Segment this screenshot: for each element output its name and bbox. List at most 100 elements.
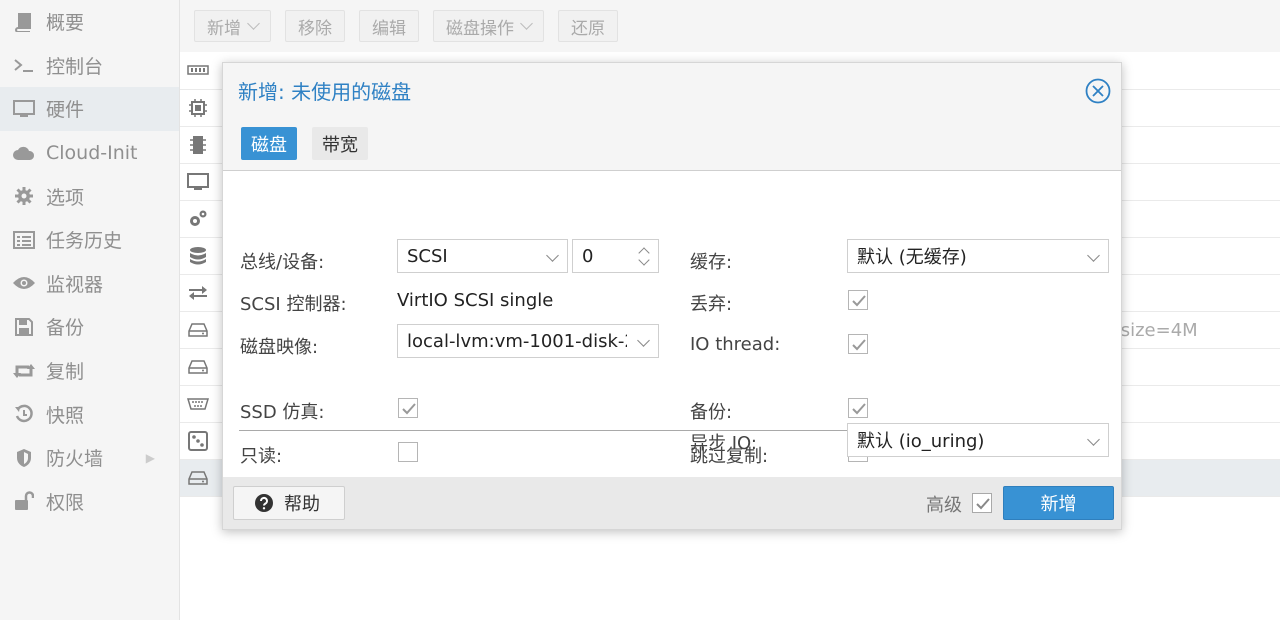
gears-icon: [186, 208, 210, 230]
sidebar-item-label: 备份: [46, 317, 85, 340]
backup-label: 备份:: [690, 402, 733, 423]
dice-icon: [186, 430, 210, 452]
edit-label: 编辑: [372, 18, 406, 39]
async-io-label: 异步 IO:: [690, 433, 757, 454]
sidebar-item-label: 监视器: [46, 273, 104, 296]
sidebar-item-label: 概要: [46, 12, 85, 35]
dialog-header: 新增: 未使用的磁盘: [223, 63, 1121, 117]
disk-image-label: 磁盘映像:: [240, 337, 319, 358]
monitor-icon: [12, 97, 36, 121]
readonly-checkbox[interactable]: [398, 442, 418, 462]
checkmark-icon: [852, 295, 866, 307]
checkmark-icon: [976, 498, 990, 510]
device-index-value: 0: [582, 245, 594, 267]
add-disk-dialog: 新增: 未使用的磁盘 磁盘 带宽 总线/设备: SCSI 0 SCSI 控制器:…: [222, 62, 1122, 530]
history-icon: [12, 402, 36, 426]
disk-image-select[interactable]: local-lvm:vm-1001-disk-2: [397, 324, 659, 358]
sidebar-item-label: 控制台: [46, 55, 104, 78]
hdd-icon: [186, 319, 210, 341]
async-io-select[interactable]: 默认 (io_uring): [847, 423, 1109, 457]
cache-label: 缓存:: [690, 252, 733, 273]
chevron-down-icon: [520, 17, 533, 30]
help-button[interactable]: 帮助: [233, 486, 345, 520]
remove-label: 移除: [298, 18, 332, 39]
remove-button[interactable]: 移除: [285, 10, 345, 42]
list-icon: [12, 228, 36, 252]
cloud-icon: [12, 141, 36, 165]
edit-button[interactable]: 编辑: [359, 10, 419, 42]
network-exchange-icon: [186, 282, 210, 304]
ssd-emulation-label: SSD 仿真:: [240, 402, 325, 423]
checkmark-icon: [402, 403, 416, 415]
sidebar-item-task-history[interactable]: 任务历史: [0, 218, 179, 262]
tab-disk[interactable]: 磁盘: [241, 127, 297, 160]
sidebar-item-replication[interactable]: 复制: [0, 349, 179, 393]
chevron-down-icon: [637, 334, 650, 347]
hdd-icon: [186, 356, 210, 378]
sidebar-item-firewall[interactable]: 防火墙 ▶: [0, 436, 179, 480]
chevron-down-icon: [1087, 433, 1100, 446]
book-icon: [12, 10, 36, 34]
dialog-title: 新增: 未使用的磁盘: [238, 79, 412, 104]
iothread-checkbox[interactable]: [848, 334, 868, 354]
bios-chip-icon: [186, 134, 210, 156]
sidebar-item-label: 防火墙: [46, 448, 104, 471]
gear-icon: [12, 184, 36, 208]
revert-button[interactable]: 还原: [558, 10, 618, 42]
chevron-down-icon: [1087, 249, 1100, 262]
discard-checkbox[interactable]: [848, 290, 868, 310]
advanced-checkbox[interactable]: [972, 493, 992, 513]
cpu-icon: [186, 97, 210, 119]
bus-select-value: SCSI: [407, 245, 448, 267]
unlock-icon: [12, 489, 36, 513]
sidebar-item-label: 任务历史: [46, 230, 123, 253]
checkmark-icon: [852, 339, 866, 351]
async-io-value: 默认 (io_uring): [857, 431, 985, 452]
disk-action-button[interactable]: 磁盘操作: [433, 10, 544, 42]
sidebar-item-console[interactable]: 控制台: [0, 44, 179, 88]
sidebar-item-label: 复制: [46, 361, 85, 384]
shield-icon: [12, 446, 36, 470]
device-index-spinner[interactable]: 0: [572, 239, 659, 273]
sidebar-item-options[interactable]: 选项: [0, 174, 179, 218]
discard-label: 丢弃:: [690, 294, 733, 315]
help-label: 帮助: [284, 494, 320, 515]
sidebar-item-label: Cloud-Init: [46, 141, 138, 164]
sidebar-item-label: 权限: [46, 491, 85, 514]
sidebar: 概要 控制台 硬件 Cloud-Init 选项 任务历史 监视器 备份 复制 快…: [0, 0, 180, 620]
display-icon: [186, 171, 210, 193]
sidebar-item-hardware[interactable]: 硬件: [0, 87, 179, 131]
bus-select[interactable]: SCSI: [397, 239, 568, 273]
ssd-emulation-checkbox[interactable]: [398, 398, 418, 418]
sidebar-item-cloud-init[interactable]: Cloud-Init: [0, 131, 179, 175]
readonly-label: 只读:: [240, 446, 283, 467]
serial-port-icon: [186, 393, 210, 415]
scsi-controller-value: VirtIO SCSI single: [397, 290, 554, 311]
add-menu-button[interactable]: 新增: [194, 10, 271, 42]
scsi-controller-label: SCSI 控制器:: [240, 294, 347, 315]
chevron-down-icon: [546, 249, 559, 262]
eye-icon: [12, 271, 36, 295]
question-circle-icon: [255, 494, 273, 512]
terminal-icon: [12, 53, 36, 77]
bus-device-label: 总线/设备:: [240, 252, 325, 273]
revert-label: 还原: [571, 18, 605, 39]
backup-checkbox[interactable]: [848, 398, 868, 418]
sidebar-item-backup[interactable]: 备份: [0, 305, 179, 349]
cache-select[interactable]: 默认 (无缓存): [847, 239, 1109, 273]
sidebar-item-permissions[interactable]: 权限: [0, 480, 179, 524]
database-icon: [186, 245, 210, 267]
close-icon[interactable]: [1085, 78, 1111, 104]
dialog-footer: 帮助 高级 新增: [223, 477, 1121, 529]
sidebar-item-summary[interactable]: 概要: [0, 0, 179, 44]
expand-arrow-icon[interactable]: ▶: [146, 451, 155, 465]
floppy-icon: [12, 315, 36, 339]
tab-bandwidth[interactable]: 带宽: [312, 127, 368, 160]
sidebar-item-monitor[interactable]: 监视器: [0, 262, 179, 306]
hdd-icon: [186, 467, 210, 489]
add-button[interactable]: 新增: [1003, 486, 1114, 520]
sidebar-item-snapshots[interactable]: 快照: [0, 392, 179, 436]
spin-down-icon[interactable]: [638, 254, 650, 266]
sidebar-item-label: 选项: [46, 186, 85, 209]
advanced-label: 高级: [926, 495, 962, 516]
